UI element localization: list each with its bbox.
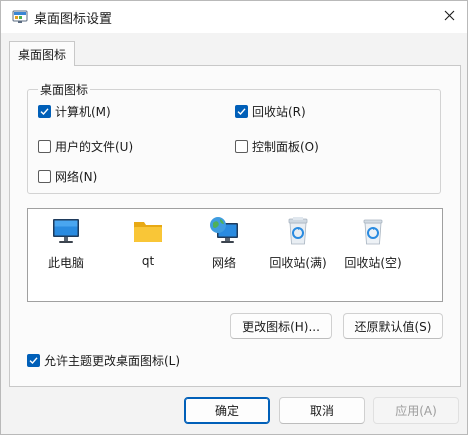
icon-label: 回收站(空): [344, 256, 402, 270]
icon-item-recycle-bin-full[interactable]: 回收站(满): [263, 215, 333, 271]
tab-panel: 桌面图标 计算机(M) 回收站(R) 用户的文件(U) 控制面板(O) 网络(N…: [9, 65, 461, 387]
window-title: 桌面图标设置: [34, 12, 113, 27]
tab-desktop-icons[interactable]: 桌面图标: [9, 41, 75, 66]
checkbox-network[interactable]: 网络(N): [38, 168, 97, 184]
recycle-bin-full-icon: [282, 215, 314, 247]
checkbox-checked-icon: [38, 104, 51, 118]
app-settings-icon: [12, 9, 28, 25]
checkbox-user-files[interactable]: 用户的文件(U): [38, 138, 133, 154]
icon-item-recycle-bin-empty[interactable]: 回收站(空): [338, 215, 408, 271]
restore-default-button[interactable]: 还原默认值(S): [343, 313, 443, 339]
ok-button[interactable]: 确定: [184, 397, 270, 424]
desktop-icon-settings-dialog: 桌面图标设置 桌面图标 桌面图标 计算机(M) 回收站(R) 用户的文件(U) …: [0, 0, 468, 435]
desktop-icons-group: 桌面图标 计算机(M) 回收站(R) 用户的文件(U) 控制面板(O) 网络(N…: [27, 81, 441, 194]
icon-label: 此电脑: [47, 256, 84, 270]
checkbox-checked-icon: [235, 104, 248, 118]
checkbox-control-panel[interactable]: 控制面板(O): [235, 138, 319, 154]
icon-item-this-pc[interactable]: 此电脑: [31, 215, 101, 271]
checkbox-computer[interactable]: 计算机(M): [38, 103, 111, 119]
apply-button: 应用(A): [373, 397, 459, 424]
change-icon-button[interactable]: 更改图标(H)...: [230, 313, 332, 339]
checkbox-unchecked-icon: [235, 139, 248, 153]
close-button[interactable]: [437, 5, 461, 29]
icon-item-network[interactable]: 网络: [189, 215, 259, 271]
title-bar: 桌面图标设置: [1, 1, 467, 33]
network-globe-icon: [208, 215, 240, 247]
close-icon: [444, 10, 455, 24]
icon-item-qt[interactable]: qt: [113, 215, 183, 268]
checkbox-unchecked-icon: [38, 169, 51, 183]
checkbox-label: 控制面板(O): [252, 139, 319, 154]
icon-list[interactable]: 此电脑 qt 网络 回收站(满) 回收站(空): [27, 208, 443, 302]
checkbox-allow-themes[interactable]: 允许主题更改桌面图标(L): [27, 352, 180, 368]
checkbox-label: 回收站(R): [252, 104, 306, 119]
monitor-icon: [50, 215, 82, 247]
checkbox-label: 用户的文件(U): [55, 139, 134, 154]
checkbox-label: 允许主题更改桌面图标(L): [44, 353, 181, 368]
checkbox-checked-icon: [27, 353, 40, 367]
folder-icon: [132, 215, 164, 247]
checkbox-label: 网络(N): [55, 169, 98, 184]
checkbox-label: 计算机(M): [55, 104, 111, 119]
checkbox-recycle-bin[interactable]: 回收站(R): [235, 103, 306, 119]
checkbox-unchecked-icon: [38, 139, 51, 153]
cancel-button[interactable]: 取消: [279, 397, 365, 424]
icon-label: 回收站(满): [269, 256, 327, 270]
icon-label: 网络: [211, 256, 236, 270]
group-title: 桌面图标: [38, 81, 91, 98]
icon-label: qt: [141, 254, 155, 268]
recycle-bin-empty-icon: [357, 215, 389, 247]
